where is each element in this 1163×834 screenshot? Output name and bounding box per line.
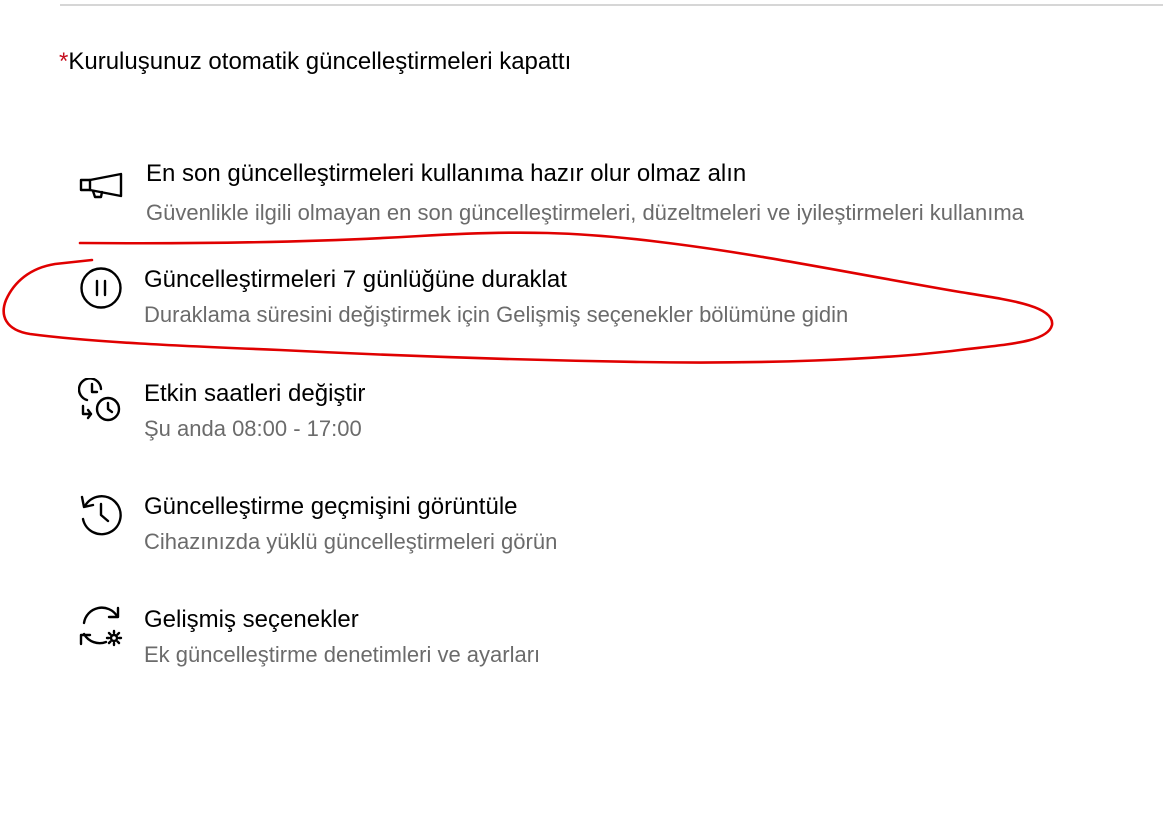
option-title: Etkin saatleri değiştir: [144, 380, 366, 407]
option-change-active-hours[interactable]: Etkin saatleri değiştir Şu anda 08:00 - …: [0, 376, 1163, 456]
option-description: Duraklama süresini değiştirmek için Geli…: [144, 302, 849, 327]
top-divider: [60, 4, 1163, 6]
option-description: Cihazınızda yüklü güncelleştirmeleri gör…: [144, 529, 558, 554]
organization-notice: *Kuruluşunuz otomatik güncelleştirmeleri…: [59, 46, 571, 78]
option-advanced-options[interactable]: Gelişmiş seçenekler Ek güncelleştirme de…: [0, 602, 1163, 682]
active-hours-icon: [78, 378, 124, 424]
organization-notice-text: Kuruluşunuz otomatik güncelleştirmeleri …: [68, 48, 572, 75]
option-description: Güvenlikle ilgili olmayan en son güncell…: [146, 200, 1024, 225]
option-description: Şu anda 08:00 - 17:00: [144, 416, 362, 441]
option-view-update-history[interactable]: Güncelleştirme geçmişini görüntüle Cihaz…: [0, 489, 1163, 569]
advanced-sync-gear-icon: [78, 604, 124, 650]
option-title: Güncelleştirmeleri 7 günlüğüne duraklat: [144, 266, 567, 293]
option-description: Ek güncelleştirme denetimleri ve ayarlar…: [144, 642, 541, 667]
option-title: Güncelleştirme geçmişini görüntüle: [144, 493, 518, 520]
megaphone-icon: [78, 160, 124, 206]
required-asterisk: *: [59, 48, 69, 75]
option-title: Gelişmiş seçenekler: [144, 606, 359, 633]
pause-icon: [78, 265, 124, 311]
option-get-latest-updates[interactable]: En son güncelleştirmeleri kullanıma hazı…: [0, 155, 1163, 235]
history-icon: [78, 491, 124, 537]
option-pause-updates[interactable]: Güncelleştirmeleri 7 günlüğüne duraklat …: [0, 262, 1163, 342]
option-title: En son güncelleştirmeleri kullanıma hazı…: [146, 160, 747, 187]
